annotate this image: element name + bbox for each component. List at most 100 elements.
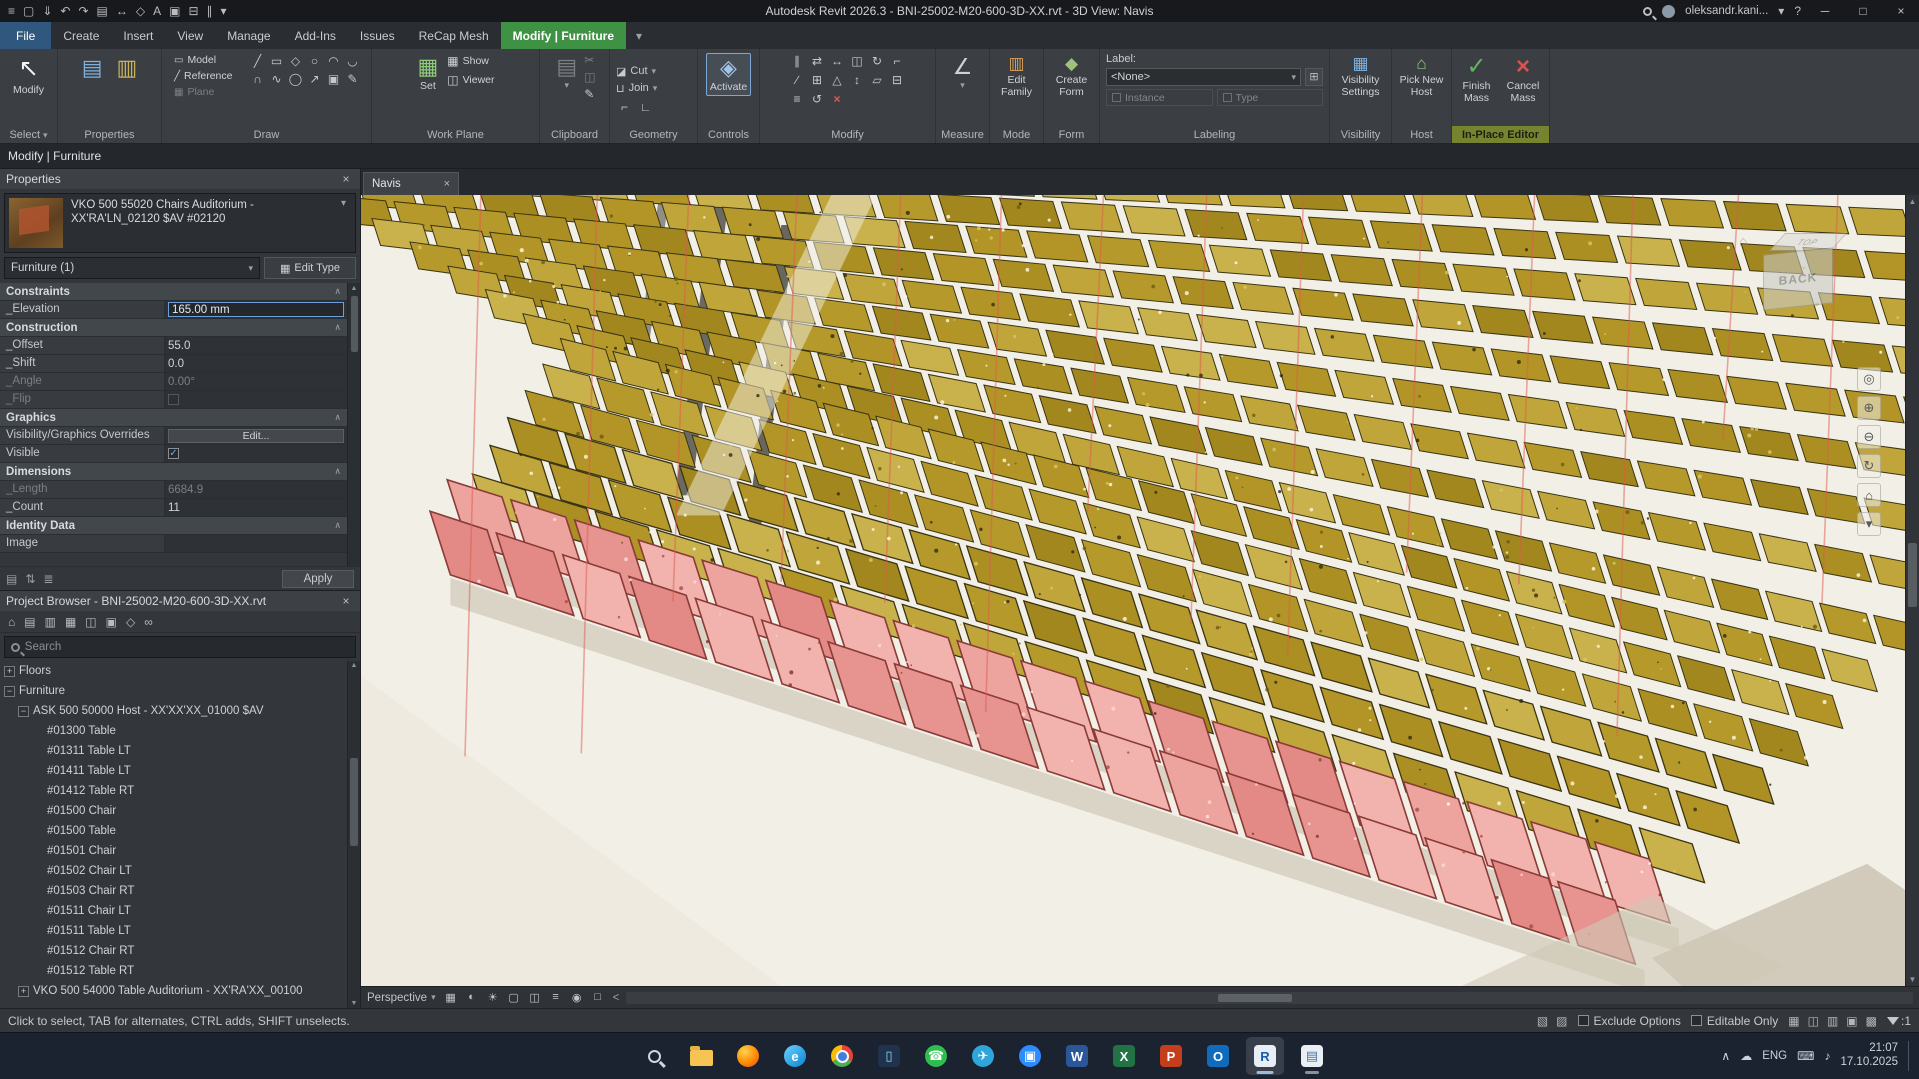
property-group-constraints[interactable]: Constraints∧ <box>0 283 347 301</box>
match-icon[interactable]: ≡ <box>789 91 806 107</box>
type-selector[interactable]: VKO 500 55020 Chairs Auditorium - XX'RA'… <box>4 193 356 253</box>
app-menu-icon[interactable]: ≡ <box>8 1 15 21</box>
property-value[interactable]: 55.0 <box>165 337 347 354</box>
crop-view-icon[interactable]: ▢ <box>506 991 522 1004</box>
panel-work-plane-label[interactable]: Work Plane <box>372 126 539 143</box>
print-icon[interactable]: ▤ <box>97 1 108 21</box>
panel-labeling-label[interactable]: Labeling <box>1100 126 1329 143</box>
activate-controls-button[interactable]: ◈ Activate <box>706 53 751 96</box>
pb-families-icon[interactable]: ▣ <box>106 615 117 629</box>
tree-item[interactable]: −Furniture <box>0 681 360 701</box>
align-icon[interactable]: ∥ <box>789 53 806 69</box>
tree-item[interactable]: #01500 Table <box>0 821 360 841</box>
pb-home-icon[interactable]: ⌂ <box>8 615 15 629</box>
file-explorer-icon[interactable] <box>682 1037 720 1075</box>
join-geometry-button[interactable]: ⊔Join▾ <box>614 80 693 97</box>
tree-scroll-thumb[interactable] <box>350 758 358 846</box>
property-value-active[interactable]: 165.00 mm <box>168 302 344 317</box>
viewport-scrollbar[interactable]: ▲ ▼ <box>1905 195 1919 986</box>
label-options-button[interactable]: ⊞ <box>1305 68 1323 86</box>
tree-item[interactable]: #01311 Table LT <box>0 741 360 761</box>
rotate-icon[interactable]: ↻ <box>869 53 886 69</box>
line-icon[interactable]: ╱ <box>249 53 266 69</box>
editable-only-toggle[interactable]: Editable Only <box>1691 1014 1778 1028</box>
draw-option-reference[interactable]: ╱Reference <box>172 69 244 83</box>
circle-icon[interactable]: ○ <box>306 53 323 69</box>
view-cube-back-face[interactable]: BACK <box>1763 247 1833 310</box>
draw-option-model[interactable]: ▭Model <box>172 53 244 67</box>
view-cube-top-face[interactable]: TOP <box>1769 233 1847 251</box>
text-icon[interactable]: A <box>153 1 161 21</box>
touch-keyboard-icon[interactable]: ⌨ <box>1797 1049 1814 1063</box>
property-checkbox[interactable] <box>168 394 179 405</box>
move-icon[interactable]: ↔ <box>829 53 846 69</box>
user-caret-icon[interactable]: ▾ <box>1778 1 1784 21</box>
edit-type-button[interactable]: ▦ Edit Type <box>264 257 356 279</box>
pb-links-icon[interactable]: ∞ <box>144 615 153 629</box>
outlook-icon[interactable]: O <box>1199 1037 1237 1075</box>
select-pinned-icon[interactable]: ▥ <box>1827 1014 1838 1028</box>
selection-filter-dropdown[interactable]: Furniture (1) ▾ <box>4 257 260 279</box>
avatar[interactable] <box>1662 5 1675 18</box>
array-icon[interactable]: ⊞ <box>809 72 826 88</box>
search-input[interactable] <box>25 641 349 653</box>
offset-icon[interactable]: ↕ <box>849 72 866 88</box>
ellipse-icon[interactable]: ◯ <box>287 71 304 87</box>
select-underlay-icon[interactable]: ◫ <box>1808 1014 1819 1028</box>
edge-icon[interactable]: e <box>776 1037 814 1075</box>
copy-clipboard-icon[interactable]: ◫ <box>584 70 595 84</box>
tree-item[interactable]: #01501 Chair <box>0 841 360 861</box>
exclude-options-checkbox[interactable] <box>1578 1015 1589 1026</box>
mirror-icon[interactable]: ⇄ <box>809 53 826 69</box>
onedrive-icon[interactable]: ☁ <box>1740 1049 1752 1063</box>
tree-expand-icon[interactable]: − <box>4 686 15 697</box>
sketch-icon[interactable]: ✎ <box>344 71 361 87</box>
property-value[interactable]: 0.00° <box>165 373 347 390</box>
property-value[interactable]: 0.0 <box>165 355 347 372</box>
spline-icon[interactable]: ∿ <box>268 71 285 87</box>
pb-schedules-icon[interactable]: ▦ <box>65 615 76 629</box>
scroll-down-icon[interactable]: ▼ <box>1906 975 1919 984</box>
undo-icon[interactable]: ↶ <box>60 1 70 21</box>
tray-expand-icon[interactable]: ∧ <box>1721 1049 1730 1063</box>
navbar-more-icon[interactable]: ▾ <box>1857 512 1881 536</box>
pick-line-icon[interactable]: ↗ <box>306 71 323 87</box>
start-button[interactable] <box>588 1037 626 1075</box>
zoom-icon[interactable]: ▣ <box>1011 1037 1049 1075</box>
prop-order-icon[interactable]: ⇅ <box>25 572 35 586</box>
horizontal-scrollbar[interactable] <box>626 992 1913 1004</box>
tree-item[interactable]: #01511 Chair LT <box>0 901 360 921</box>
prop-group-icon[interactable]: ≣ <box>43 572 53 586</box>
clock[interactable]: 21:07 17.10.2025 <box>1840 1042 1898 1070</box>
cut-clipboard-icon[interactable]: ✂ <box>584 53 595 67</box>
close-button[interactable]: × <box>1887 0 1915 22</box>
properties-header[interactable]: Properties × <box>0 169 360 189</box>
home-icon[interactable]: ⌂ <box>1739 233 1747 249</box>
tree-expand-icon[interactable]: + <box>4 666 15 677</box>
3d-scene[interactable]: ⌂ TOP BACK ◎⊕⊖↻⌂▾ <box>361 195 1905 986</box>
view-tab-close-icon[interactable]: × <box>444 178 450 190</box>
property-value[interactable] <box>165 391 347 408</box>
shadows-icon[interactable]: ◐ <box>464 991 480 1004</box>
tree-item[interactable]: #01512 Table RT <box>0 961 360 981</box>
zoom-in-icon[interactable]: ⊕ <box>1857 396 1881 420</box>
unpin-icon[interactable]: ⊟ <box>889 72 906 88</box>
tab-insert[interactable]: Insert <box>111 22 165 49</box>
tab-issues[interactable]: Issues <box>348 22 407 49</box>
hscroll-thumb[interactable] <box>1218 994 1292 1002</box>
measure-button[interactable]: ∠ ▾ <box>950 53 976 92</box>
default-3d-view-icon[interactable]: ▣ <box>169 1 180 21</box>
property-checkbox[interactable]: ✓ <box>168 448 179 459</box>
scroll-thumb[interactable] <box>1908 543 1917 607</box>
tag-icon[interactable]: ◇ <box>136 1 145 21</box>
zoom-out-icon[interactable]: ⊖ <box>1857 425 1881 449</box>
home-view-icon[interactable]: ⌂ <box>1857 483 1881 507</box>
panel-controls-label[interactable]: Controls <box>698 126 759 143</box>
panel-select-label[interactable]: Select▾ <box>0 126 57 143</box>
tab-view[interactable]: View <box>165 22 215 49</box>
property-value[interactable]: ✓ <box>165 445 347 462</box>
tab-add-ins[interactable]: Add-Ins <box>283 22 348 49</box>
property-value[interactable]: 6684.9 <box>165 481 347 498</box>
select-by-face-icon[interactable]: ▣ <box>1846 1014 1857 1028</box>
tree-expand-icon[interactable]: − <box>18 706 29 717</box>
